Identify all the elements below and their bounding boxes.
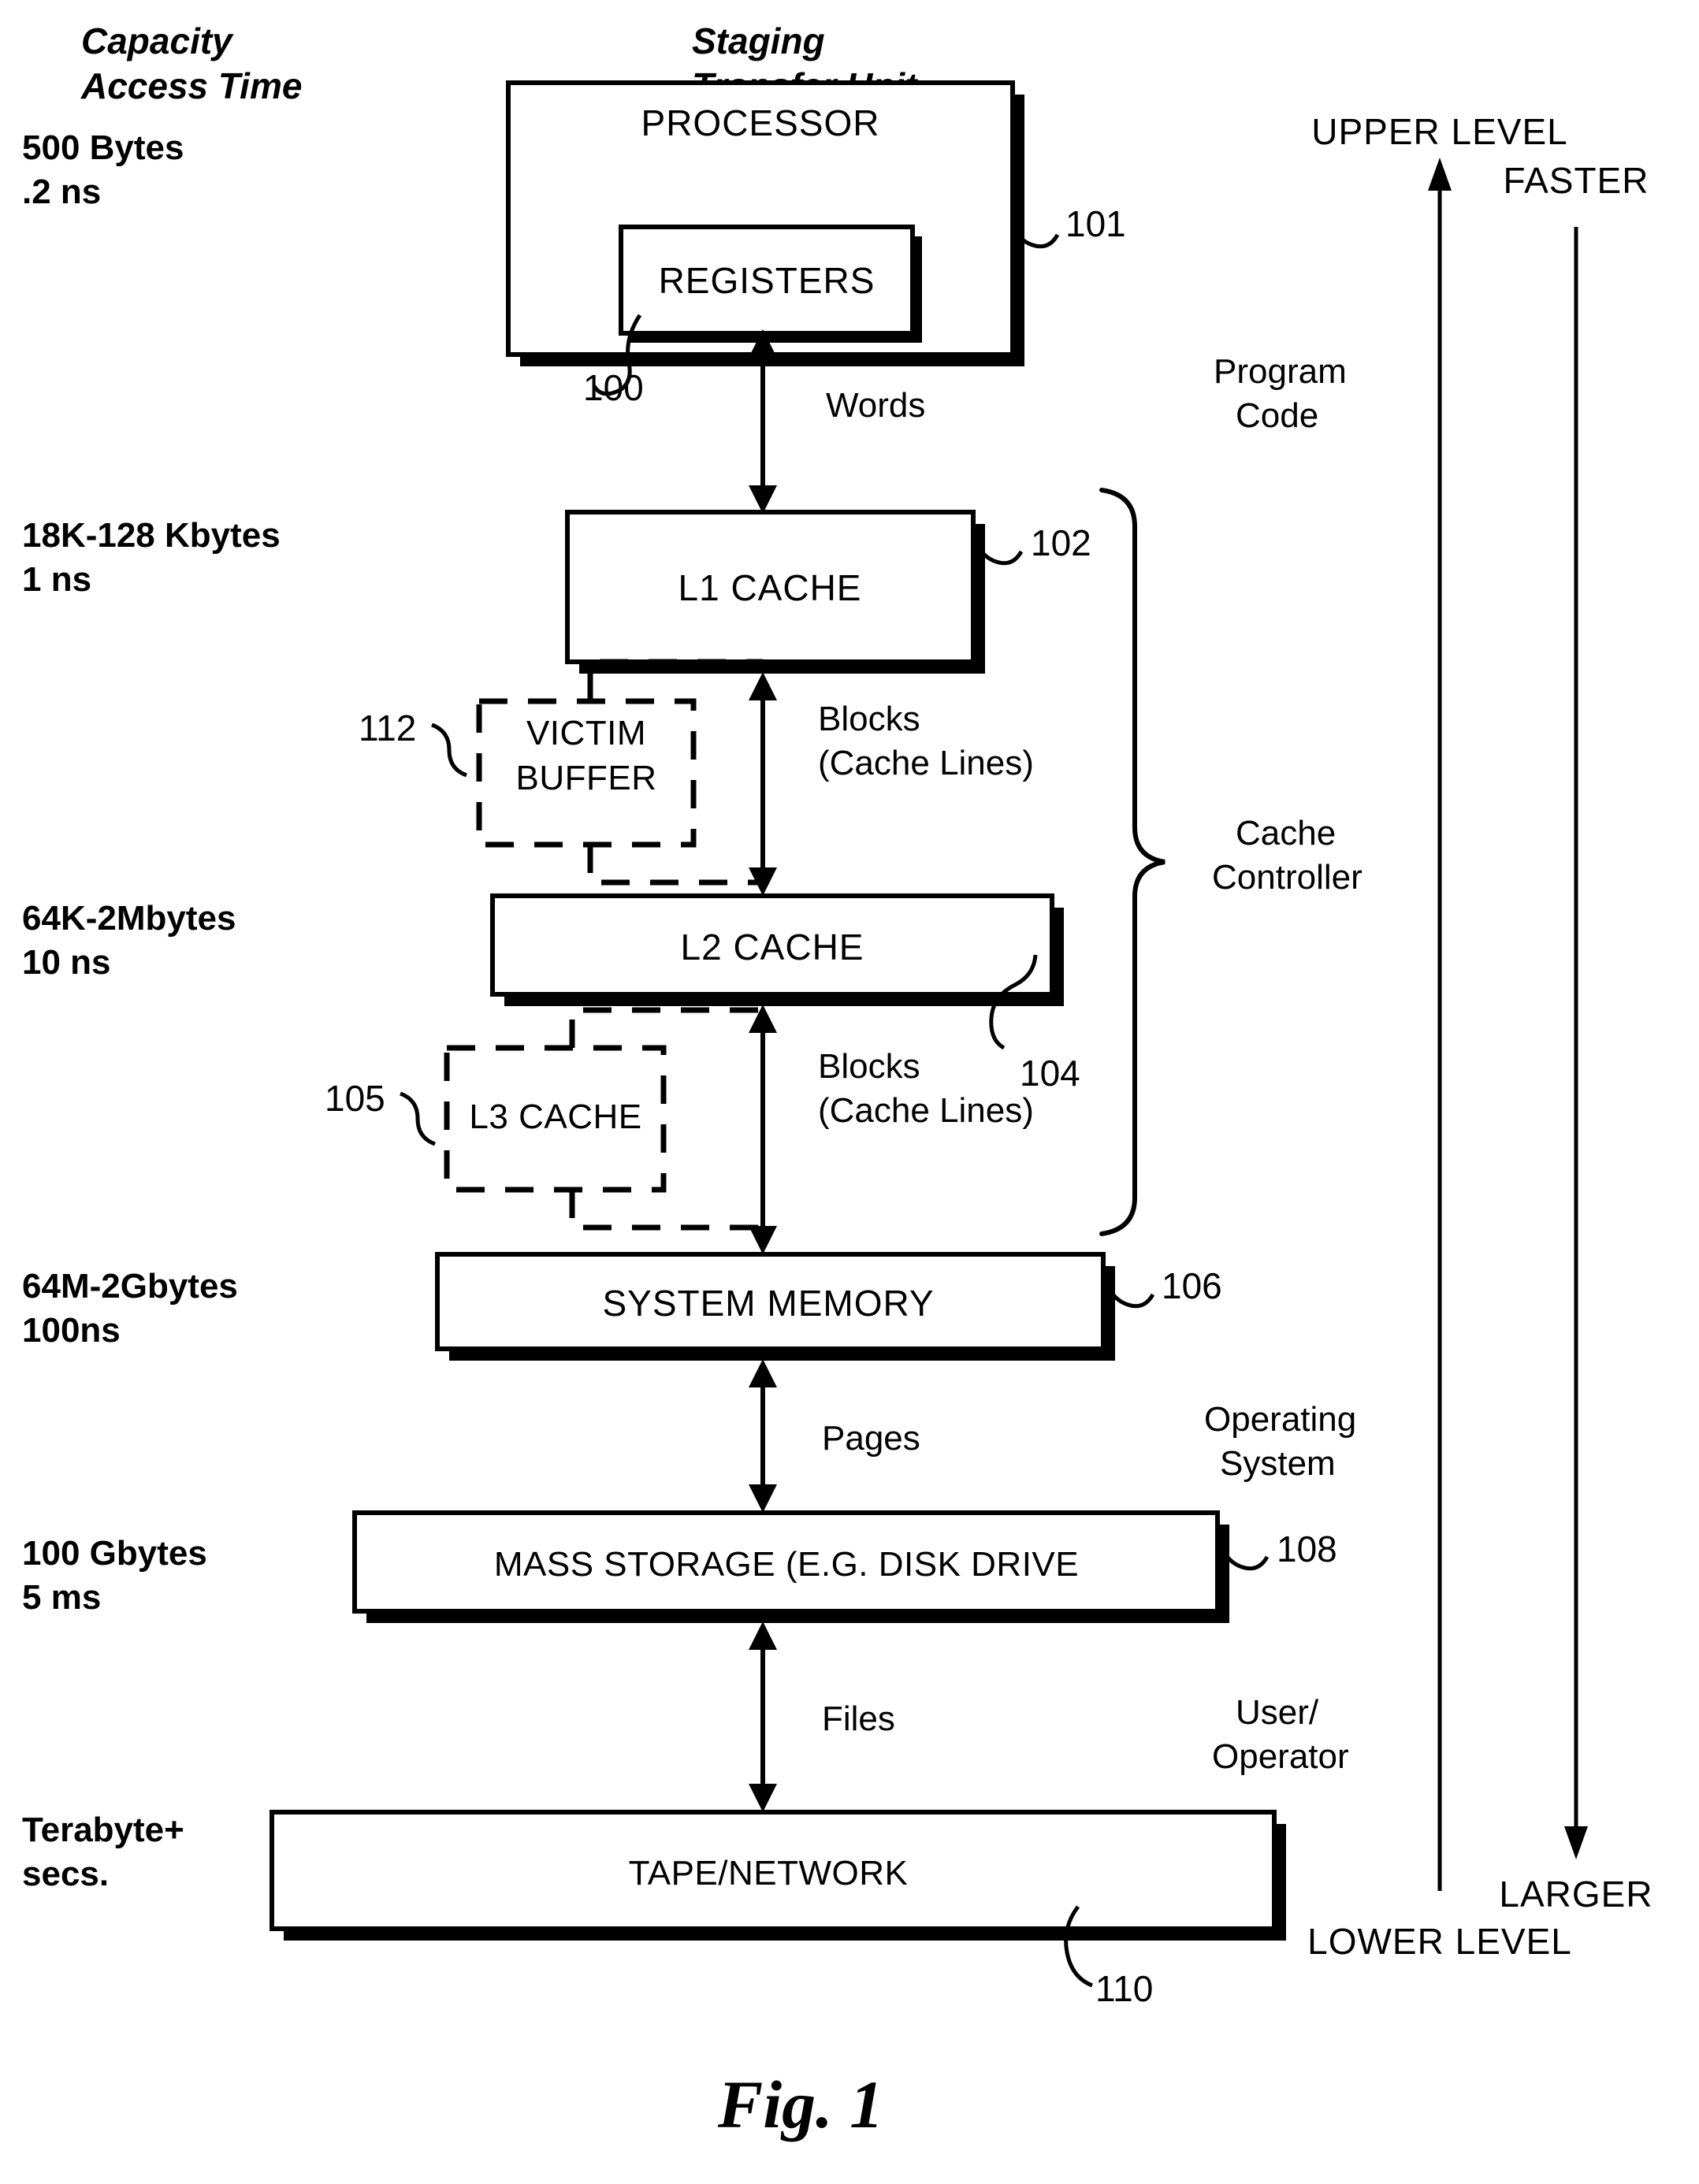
larger-label: LARGER — [1499, 1874, 1653, 1915]
files-arrow-down-head — [749, 1784, 777, 1812]
pages-arrow-up-head — [749, 1359, 777, 1387]
capacity-row-l2: 64K-2Mbytes 10 ns — [22, 899, 236, 982]
ref-101-leader: 101 — [1011, 203, 1126, 249]
larger-arrow-head — [1564, 1826, 1588, 1859]
capacity-size-4: 100 Gbytes — [22, 1534, 207, 1573]
staging-user-operator: User/ Operator — [1212, 1693, 1349, 1776]
cache-controller-brace: Cache Controller — [1099, 488, 1363, 1236]
ref-106-leader: 106 — [1106, 1265, 1222, 1309]
faster-label: FASTER — [1504, 160, 1649, 201]
victim-buffer-box: VICTIM BUFFER — [476, 659, 763, 886]
flow-pages: Pages — [749, 1359, 920, 1513]
system-memory-label: SYSTEM MEMORY — [602, 1283, 934, 1324]
blocks2-label-line1: Blocks — [818, 1047, 920, 1086]
l2-cache-box: L2 CACHE — [490, 893, 1064, 1006]
capacity-time-1: 1 ns — [22, 560, 91, 599]
ref-112-leader: 112 — [359, 708, 467, 778]
victim-buffer-label-line2: BUFFER — [516, 759, 657, 797]
capacity-time-3: 100ns — [22, 1311, 121, 1350]
l3-cache-bottom-connector — [569, 1190, 763, 1231]
staging-operating-system: Operating System — [1204, 1400, 1356, 1483]
user-operator-line2: Operator — [1212, 1737, 1349, 1776]
ref-102-leader: 102 — [975, 522, 1091, 566]
upper-level-arrow-head — [1428, 158, 1452, 191]
ref-104-label: 104 — [1020, 1053, 1080, 1094]
l2-cache-label: L2 CACHE — [681, 927, 864, 968]
ref-106-label: 106 — [1162, 1265, 1222, 1306]
files-label: Files — [822, 1699, 895, 1738]
mass-storage-label: MASS STORAGE (E.G. DISK DRIVE — [494, 1545, 1079, 1584]
ref-112-label: 112 — [359, 708, 416, 748]
operating-system-line1: Operating — [1204, 1400, 1356, 1439]
capacity-row-mass-storage: 100 Gbytes 5 ms — [22, 1534, 207, 1617]
user-operator-line1: User/ — [1236, 1693, 1319, 1732]
lower-level-label: LOWER LEVEL — [1307, 1921, 1572, 1962]
ref-102-label: 102 — [1031, 522, 1091, 563]
program-code-line1: Program — [1214, 352, 1347, 391]
blocks1-label-line1: Blocks — [818, 700, 920, 738]
l3-cache-label: L3 CACHE — [469, 1098, 641, 1136]
operating-system-line2: System — [1220, 1444, 1336, 1483]
capacity-time-0: .2 ns — [22, 173, 101, 211]
capacity-time-4: 5 ms — [22, 1578, 101, 1617]
words-arrow-down-head — [749, 485, 777, 514]
flow-blocks-2: Blocks (Cache Lines) — [749, 1005, 1034, 1254]
ref-110-label: 110 — [1095, 1968, 1153, 2009]
system-memory-box: SYSTEM MEMORY — [435, 1252, 1115, 1361]
cache-controller-line2: Controller — [1212, 858, 1363, 897]
blocks2-label-line2: (Cache Lines) — [818, 1091, 1034, 1130]
program-code-line2: Code — [1236, 396, 1318, 435]
right-header-line1: Staging — [692, 20, 825, 61]
tape-network-box: TAPE/NETWORK — [270, 1810, 1286, 1941]
l3-cache-box: L3 CACHE — [444, 1007, 763, 1231]
left-header-line1: Capacity — [81, 20, 234, 61]
figure-caption: Fig. 1 — [717, 2067, 883, 2142]
victim-buffer-bottom-connector — [587, 845, 763, 886]
memory-hierarchy-diagram: Capacity Access Time Staging Transfer Un… — [22, 20, 1653, 2142]
upper-level-label: UPPER LEVEL — [1311, 111, 1567, 152]
capacity-size-5: Terabyte+ — [22, 1811, 184, 1849]
files-arrow-up-head — [749, 1621, 777, 1650]
ref-108-leader: 108 — [1221, 1528, 1337, 1571]
ref-105-label: 105 — [325, 1078, 385, 1119]
cache-controller-line1: Cache — [1236, 814, 1336, 852]
left-header-line2: Access Time — [80, 65, 302, 106]
capacity-size-0: 500 Bytes — [22, 128, 184, 167]
registers-box: REGISTERS — [619, 225, 922, 343]
blocks1-arrow-up-head — [749, 672, 777, 700]
speed-size-axis: FASTER LARGER — [1499, 160, 1653, 1915]
flow-blocks-1: Blocks (Cache Lines) — [749, 672, 1034, 896]
ref-108-label: 108 — [1277, 1528, 1337, 1569]
registers-label: REGISTERS — [659, 260, 876, 301]
capacity-time-2: 10 ns — [22, 943, 111, 982]
left-column-header: Capacity Access Time — [80, 20, 302, 106]
capacity-column: 500 Bytes .2 ns 18K-128 Kbytes 1 ns 64K-… — [22, 128, 281, 1893]
processor-label: PROCESSOR — [641, 102, 880, 143]
capacity-time-5: secs. — [22, 1855, 109, 1893]
capacity-row-registers: 500 Bytes .2 ns — [22, 128, 184, 211]
flow-files: Files — [749, 1621, 895, 1812]
level-axis: UPPER LEVEL LOWER LEVEL — [1307, 111, 1572, 1962]
capacity-row-tape-network: Terabyte+ secs. — [22, 1811, 184, 1893]
blocks1-label-line2: (Cache Lines) — [818, 744, 1034, 782]
mass-storage-box: MASS STORAGE (E.G. DISK DRIVE — [352, 1510, 1229, 1623]
pages-label: Pages — [822, 1419, 920, 1458]
capacity-row-system-memory: 64M-2Gbytes 100ns — [22, 1267, 238, 1350]
staging-program-code: Program Code — [1214, 352, 1347, 435]
l1-cache-label: L1 CACHE — [678, 567, 862, 608]
capacity-size-3: 64M-2Gbytes — [22, 1267, 238, 1306]
capacity-row-l1: 18K-128 Kbytes 1 ns — [22, 516, 281, 599]
l1-cache-box: L1 CACHE — [565, 510, 985, 674]
patent-figure-1: Capacity Access Time Staging Transfer Un… — [0, 0, 1699, 2180]
words-label: Words — [826, 386, 925, 425]
ref-100-label: 100 — [583, 367, 644, 408]
ref-105-leader: 105 — [325, 1078, 436, 1146]
capacity-size-1: 18K-128 Kbytes — [22, 516, 281, 555]
ref-101-label: 101 — [1065, 203, 1126, 244]
victim-buffer-label-line1: VICTIM — [526, 714, 646, 752]
capacity-size-2: 64K-2Mbytes — [22, 899, 236, 938]
tape-network-label: TAPE/NETWORK — [629, 1854, 909, 1892]
pages-arrow-down-head — [749, 1484, 777, 1513]
l3-cache-top-connector — [569, 1007, 763, 1048]
